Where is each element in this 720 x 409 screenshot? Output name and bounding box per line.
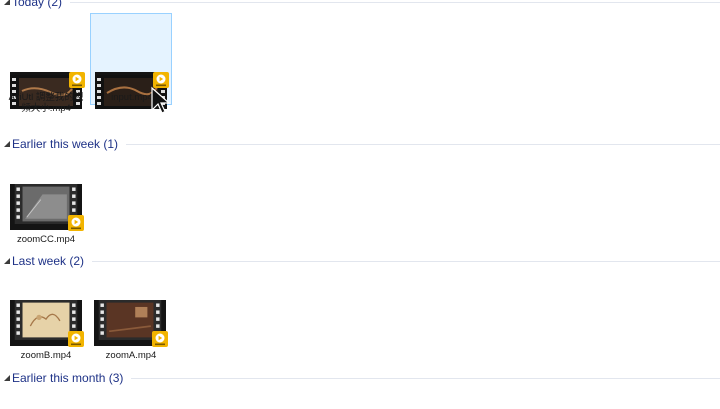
group-header-last-week[interactable]: Last week (2) xyxy=(0,253,720,269)
file-name: zoomCC.mp4 xyxy=(16,234,76,245)
file-explorer-view: Today (2) AviUtl 調整我的視頻大小.mp4 input.mp4 … xyxy=(0,0,720,409)
group-divider xyxy=(126,143,720,145)
group-header-earlier-this-month[interactable]: Earlier this month (3) xyxy=(0,370,720,386)
group-header-today[interactable]: Today (2) xyxy=(0,0,720,10)
file-name: AviUtl 調整我的視頻大小.mp4 xyxy=(8,92,84,114)
group-label: Earlier this week (1) xyxy=(12,137,119,151)
group-label: Earlier this month (3) xyxy=(12,371,124,385)
file-item-aviutl[interactable]: AviUtl 調整我的視頻大小.mp4 xyxy=(5,14,87,132)
group-divider xyxy=(131,377,720,379)
file-item-input[interactable]: input.mp4 xyxy=(90,13,172,109)
player-badge-icon xyxy=(152,331,168,347)
file-name: input.mp4 xyxy=(111,92,153,103)
player-badge-icon xyxy=(68,215,84,231)
collapse-caret-icon[interactable] xyxy=(3,140,11,148)
group-header-earlier-this-week[interactable]: Earlier this week (1) xyxy=(0,136,720,152)
group-label: Last week (2) xyxy=(12,254,85,268)
player-badge-icon xyxy=(153,72,169,88)
player-badge-icon xyxy=(68,331,84,347)
group-divider xyxy=(70,1,720,3)
file-name: zoomB.mp4 xyxy=(20,350,72,361)
group-label: Today (2) xyxy=(12,0,63,9)
player-badge-icon xyxy=(69,72,85,88)
collapse-caret-icon[interactable] xyxy=(3,0,11,6)
file-item-zoomb[interactable]: zoomB.mp4 xyxy=(5,300,87,366)
file-item-zoomcc[interactable]: zoomCC.mp4 xyxy=(5,184,87,250)
group-divider xyxy=(92,260,720,262)
file-name: zoomA.mp4 xyxy=(105,350,157,361)
collapse-caret-icon[interactable] xyxy=(3,374,11,382)
file-item-zooma[interactable]: zoomA.mp4 xyxy=(90,300,172,366)
collapse-caret-icon[interactable] xyxy=(3,257,11,265)
